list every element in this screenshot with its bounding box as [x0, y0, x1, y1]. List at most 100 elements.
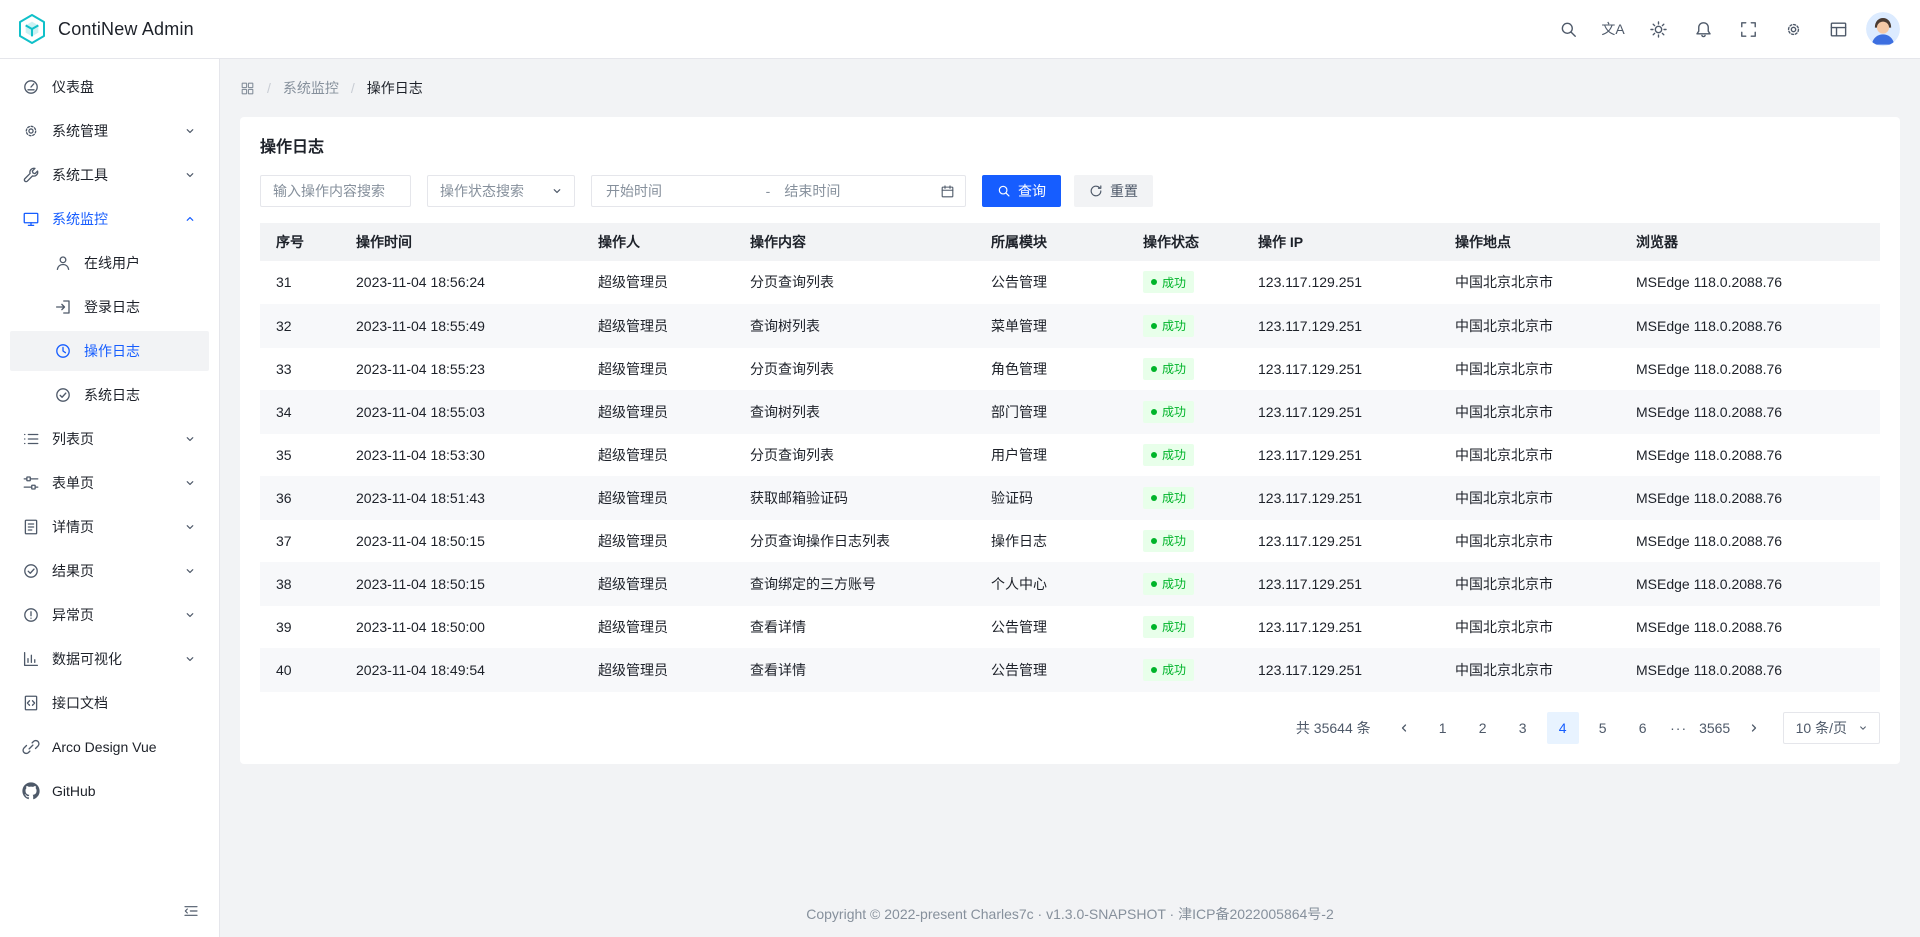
cell-content: 查看详情 [734, 648, 975, 691]
start-date-field[interactable]: 开始时间 [606, 181, 762, 201]
settings-icon[interactable] [1776, 12, 1810, 46]
status-select[interactable]: 操作状态搜索 [427, 175, 575, 207]
cell-time: 2023-11-04 18:53:30 [340, 433, 582, 476]
sidebar-item-github[interactable]: GitHub [10, 771, 209, 811]
translate-icon[interactable]: 文A [1596, 12, 1630, 46]
sidebar-item-system-log[interactable]: 系统日志 [10, 375, 209, 415]
cell-location: 中国北京北京市 [1439, 648, 1620, 691]
cell-browser: MSEdge 118.0.2088.76 [1620, 605, 1880, 648]
pagination-pages: 123456 ··· 3565 [1427, 712, 1731, 744]
sidebar-item-result-page[interactable]: 结果页 [10, 551, 209, 591]
chevron-left-icon [1398, 722, 1410, 734]
sidebar-item-system-management[interactable]: 系统管理 [10, 111, 209, 151]
col-header-id: 序号 [260, 223, 340, 261]
end-date-field[interactable]: 结束时间 [784, 181, 940, 201]
user-icon [54, 254, 72, 272]
date-range-picker[interactable]: 开始时间 - 结束时间 [591, 175, 966, 207]
cell-module: 公告管理 [975, 605, 1127, 648]
sidebar-item-api-docs[interactable]: 接口文档 [10, 683, 209, 723]
cell-browser: MSEdge 118.0.2088.76 [1620, 648, 1880, 691]
cell-status: 成功 [1127, 347, 1242, 390]
sidebar-item-label: 系统日志 [84, 385, 197, 405]
sidebar-item-data-visualization[interactable]: 数据可视化 [10, 639, 209, 679]
layout-icon[interactable] [1821, 12, 1855, 46]
gear-icon [22, 122, 40, 140]
page-button-3565[interactable]: 3565 [1699, 712, 1731, 744]
cell-ip: 123.117.129.251 [1242, 476, 1439, 519]
breadcrumb-item-system-monitor[interactable]: 系统监控 [283, 78, 339, 98]
wrench-icon [22, 166, 40, 184]
sidebar-item-online-users[interactable]: 在线用户 [10, 243, 209, 283]
refresh-icon [1089, 184, 1103, 198]
sidebar-item-operation-log[interactable]: 操作日志 [10, 331, 209, 371]
cell-module: 验证码 [975, 476, 1127, 519]
chevron-down-icon [183, 608, 197, 622]
cell-id: 39 [260, 605, 340, 648]
reset-button[interactable]: 重置 [1074, 175, 1153, 207]
cell-browser: MSEdge 118.0.2088.76 [1620, 433, 1880, 476]
sidebar-item-label: 结果页 [52, 561, 183, 581]
content-search-field[interactable] [260, 175, 411, 207]
page-button-6[interactable]: 6 [1627, 712, 1659, 744]
sidebar-item-detail-page[interactable]: 详情页 [10, 507, 209, 547]
sidebar-item-form-page[interactable]: 表单页 [10, 463, 209, 503]
prev-page-button[interactable] [1389, 712, 1419, 744]
cell-time: 2023-11-04 18:55:23 [340, 347, 582, 390]
search-icon[interactable] [1551, 12, 1585, 46]
page-button-4[interactable]: 4 [1547, 712, 1579, 744]
sidebar-item-system-monitor[interactable]: 系统监控 [10, 199, 209, 239]
cell-browser: MSEdge 118.0.2088.76 [1620, 261, 1880, 304]
sidebar-item-dashboard[interactable]: 仪表盘 [10, 67, 209, 107]
sidebar-item-login-log[interactable]: 登录日志 [10, 287, 209, 327]
cell-time: 2023-11-04 18:55:49 [340, 304, 582, 347]
content-search-input[interactable] [273, 183, 398, 199]
cell-browser: MSEdge 118.0.2088.76 [1620, 347, 1880, 390]
cell-content: 查询树列表 [734, 304, 975, 347]
cell-operator: 超级管理员 [582, 304, 734, 347]
page-title: 操作日志 [260, 137, 1880, 159]
fullscreen-icon[interactable] [1731, 12, 1765, 46]
link-icon [22, 738, 40, 756]
cell-id: 31 [260, 261, 340, 304]
query-button[interactable]: 查询 [982, 175, 1061, 207]
sidebar-item-list-page[interactable]: 列表页 [10, 419, 209, 459]
sidebar-item-arco-design-vue[interactable]: Arco Design Vue [10, 727, 209, 767]
col-header-time: 操作时间 [340, 223, 582, 261]
table-row: 392023-11-04 18:50:00超级管理员查看详情公告管理成功123.… [260, 605, 1880, 648]
cell-content: 获取邮箱验证码 [734, 476, 975, 519]
avatar[interactable] [1866, 12, 1900, 46]
pagination-ellipsis[interactable]: ··· [1667, 720, 1691, 736]
cell-status: 成功 [1127, 390, 1242, 433]
cell-content: 查询树列表 [734, 390, 975, 433]
check-circle-icon [22, 562, 40, 580]
cell-module: 菜单管理 [975, 304, 1127, 347]
cell-browser: MSEdge 118.0.2088.76 [1620, 476, 1880, 519]
status-badge: 成功 [1143, 444, 1194, 466]
cell-status: 成功 [1127, 433, 1242, 476]
bell-icon[interactable] [1686, 12, 1720, 46]
top-bar: ContiNew Admin 文A [0, 0, 1920, 59]
page-size-select[interactable]: 10 条/页 [1783, 712, 1880, 744]
page-button-5[interactable]: 5 [1587, 712, 1619, 744]
chevron-down-icon [550, 184, 564, 198]
app-logo[interactable]: ContiNew Admin [16, 13, 194, 45]
cell-location: 中国北京北京市 [1439, 519, 1620, 562]
next-page-button[interactable] [1739, 712, 1769, 744]
cell-operator: 超级管理员 [582, 390, 734, 433]
col-header-location: 操作地点 [1439, 223, 1620, 261]
page-button-2[interactable]: 2 [1467, 712, 1499, 744]
cell-content: 分页查询列表 [734, 433, 975, 476]
status-dot-icon [1151, 452, 1157, 458]
page-button-3[interactable]: 3 [1507, 712, 1539, 744]
table-row: 322023-11-04 18:55:49超级管理员查询树列表菜单管理成功123… [260, 304, 1880, 347]
cell-time: 2023-11-04 18:55:03 [340, 390, 582, 433]
sidebar-collapse-icon[interactable] [177, 897, 205, 925]
sidebar-item-system-tools[interactable]: 系统工具 [10, 155, 209, 195]
sidebar-item-exception-page[interactable]: 异常页 [10, 595, 209, 635]
page-button-1[interactable]: 1 [1427, 712, 1459, 744]
form-icon [22, 474, 40, 492]
calendar-icon [940, 184, 955, 199]
apps-grid-icon[interactable] [240, 81, 255, 96]
col-header-content: 操作内容 [734, 223, 975, 261]
theme-sun-icon[interactable] [1641, 12, 1675, 46]
